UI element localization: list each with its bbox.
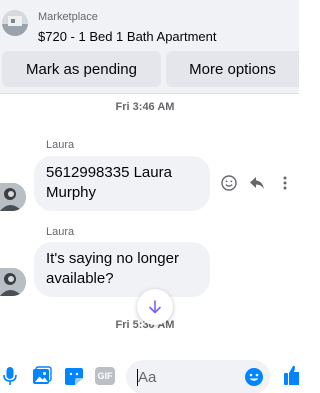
listing-header: Marketplace $720 - 1 Bed 1 Bath Apartmen… — [0, 0, 299, 94]
mic-icon[interactable] — [0, 366, 20, 386]
more-icon[interactable] — [276, 174, 294, 192]
reply-icon[interactable] — [248, 174, 266, 192]
listing-card[interactable]: Marketplace $720 - 1 Bed 1 Bath Apartmen… — [0, 6, 299, 46]
like-icon[interactable] — [284, 364, 304, 386]
avatar[interactable] — [0, 268, 26, 296]
emoji-icon[interactable] — [244, 367, 264, 387]
mark-as-pending-button[interactable]: Mark as pending — [2, 51, 161, 87]
listing-title: $720 - 1 Bed 1 Bath Apartment — [38, 29, 217, 44]
scroll-down-button[interactable] — [137, 289, 173, 325]
avatar[interactable] — [0, 183, 26, 211]
marketplace-label: Marketplace — [38, 11, 98, 23]
photo-icon[interactable] — [32, 366, 52, 386]
sender-name: Laura — [46, 226, 75, 238]
more-options-button[interactable]: More options — [166, 51, 299, 87]
message-bubble[interactable]: 5612998335 Laura Murphy — [34, 156, 210, 211]
sender-name: Laura — [46, 139, 75, 151]
sticker-icon[interactable] — [64, 366, 84, 386]
gif-icon[interactable]: GIF — [95, 366, 115, 386]
text-caret — [137, 369, 138, 386]
composer-bar: GIF — [0, 350, 299, 393]
scroll-down-icon — [149, 300, 161, 314]
timestamp: Fri 3:46 AM — [115, 101, 175, 113]
react-icon[interactable] — [220, 174, 238, 192]
message-bubble[interactable]: It's saying no longer available? — [34, 242, 210, 297]
listing-thumbnail — [2, 10, 28, 36]
gif-label: GIF — [95, 367, 115, 385]
